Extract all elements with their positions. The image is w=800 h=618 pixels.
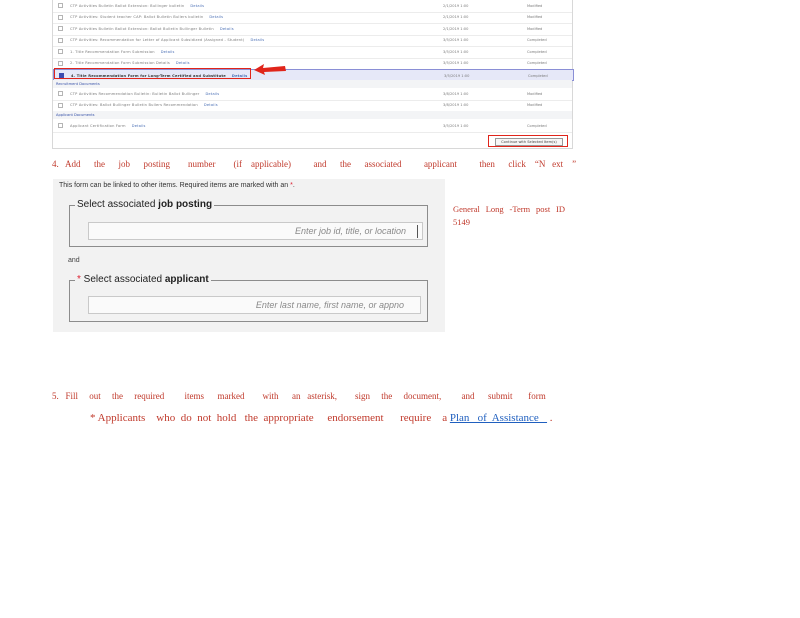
row-checkbox[interactable] (58, 91, 63, 96)
side-note: General Long -Term post ID 5149 (453, 204, 565, 227)
row-status: Modified (527, 91, 543, 96)
row-link[interactable]: Details (161, 50, 175, 54)
row-checkbox[interactable] (58, 26, 63, 31)
row-checkbox[interactable] (58, 60, 63, 66)
row-date: 3/8/2019 1:00 (443, 91, 469, 96)
step-4-instruction: 4. Add the job posting number (if applic… (52, 159, 577, 169)
highlight-box (54, 68, 251, 79)
row-link[interactable]: Details (220, 27, 234, 31)
row-link[interactable]: Details (204, 103, 218, 107)
form-intro: This form can be linked to other items. … (59, 182, 295, 189)
row-date: 3/5/2019 1:00 (443, 123, 469, 128)
group-header: Recruitment Documents (53, 80, 572, 88)
row-title: CTP Activities: Student teacher CAP: Bal… (70, 15, 204, 19)
row-title: 2. Title Recommendation Form Submission … (70, 61, 170, 65)
row-link[interactable]: Details (132, 124, 146, 128)
row-status: Completed (527, 123, 547, 128)
row-title: Applicant Certification Form (70, 123, 126, 128)
row-status: Completed (527, 38, 547, 42)
row-status: Modified (527, 26, 543, 31)
continue-button-highlight: Continue with Selected Item(s) (488, 135, 568, 147)
list-item[interactable]: Applicant Certification Form Details 3/5/… (53, 120, 572, 133)
row-status: Modified (527, 103, 543, 107)
continue-button[interactable]: Continue with Selected Item(s) (495, 138, 563, 146)
row-date: 2/1/2019 1:00 (443, 15, 469, 19)
document-list-screenshot: CTP Activities Bulletin Ballot Extension… (52, 0, 574, 149)
row-link[interactable]: Details (209, 15, 223, 19)
row-status: Modified (527, 3, 543, 8)
plan-of-assistance-link[interactable]: Plan of Assistance (450, 412, 547, 424)
row-title: CTP Activities: Recommendation for Lette… (70, 38, 245, 42)
row-date: 3/5/2019 1:00 (443, 61, 469, 65)
row-checkbox[interactable] (58, 49, 63, 54)
applicant-fieldset: * Select associated applicant Enter last… (69, 274, 428, 322)
job-posting-input[interactable]: Enter job id, title, or location (88, 222, 423, 240)
row-date: 3/5/2019 1:00 (443, 38, 469, 42)
row-status: Modified (527, 15, 543, 19)
applicant-input[interactable]: Enter last name, first name, or appno (88, 296, 421, 314)
row-link[interactable]: Details (205, 92, 219, 96)
row-title: CTP Activities Recommendation Bulletin: … (70, 91, 200, 96)
row-date: 2/1/2019 1:00 (443, 26, 469, 31)
row-checkbox[interactable] (58, 102, 63, 108)
row-date: 2/1/2019 1:00 (443, 3, 469, 8)
row-checkbox[interactable] (58, 14, 63, 20)
group-header: Applicant Documents (53, 111, 572, 119)
row-date: 3/5/2019 1:00 (444, 73, 470, 78)
row-title: 1. Title Recommendation Form Submission (70, 49, 155, 54)
row-checkbox[interactable] (58, 3, 63, 8)
row-date: 3/5/2019 1:00 (443, 49, 469, 54)
row-title: CTP Activities Bulletin Ballot Extension… (70, 3, 185, 8)
job-posting-legend: Select associated job posting (75, 199, 215, 210)
row-checkbox[interactable] (58, 123, 63, 128)
input-divider (417, 225, 418, 238)
row-title: CTP Activities: Ballot Bullinger Bulleti… (70, 103, 198, 107)
row-link[interactable]: Details (251, 38, 265, 42)
row-date: 3/8/2019 1:00 (443, 103, 469, 107)
row-title: CTP Activities Bulletin Ballot Extension… (70, 26, 214, 31)
row-status: Completed (527, 49, 547, 54)
row-status: Completed (528, 73, 548, 78)
row-link[interactable]: Details (176, 61, 190, 65)
assistance-note: * Applicants who do not hold the appropr… (90, 412, 553, 424)
link-items-form: This form can be linked to other items. … (53, 179, 445, 332)
job-posting-fieldset: Select associated job posting Enter job … (69, 199, 428, 247)
and-label: and (68, 257, 80, 264)
row-checkbox[interactable] (58, 37, 63, 43)
red-arrow-icon (254, 64, 286, 75)
step-5-instruction: 5. Fill out the required items marked wi… (52, 391, 546, 401)
row-link[interactable]: Details (190, 4, 204, 8)
applicant-legend: * Select associated applicant (75, 274, 211, 285)
row-status: Completed (527, 61, 547, 65)
